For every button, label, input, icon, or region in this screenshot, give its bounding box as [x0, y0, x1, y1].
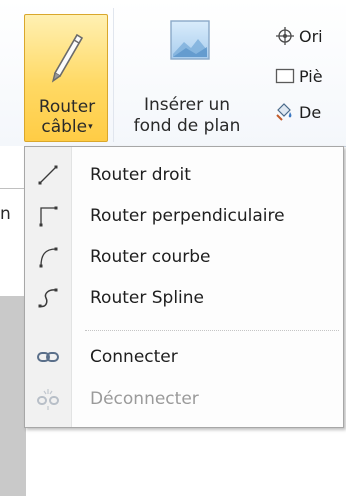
menu-item-router-curve[interactable]: Router courbe: [26, 239, 342, 275]
ribbon: Router câble▾ Insérer un fond de plan Or…: [0, 0, 346, 147]
router-cable-button[interactable]: Router câble▾: [24, 14, 108, 142]
frame-icon: [275, 66, 295, 90]
menu-item-router-straight[interactable]: Router droit: [26, 157, 342, 193]
spline-icon: [36, 286, 60, 314]
frame-command-label: Piè: [299, 67, 323, 86]
background-panel: [0, 296, 26, 496]
menu-item-label: Connecter: [90, 347, 178, 367]
menu-item-router-perpendicular[interactable]: Router perpendiculaire: [26, 198, 342, 234]
insert-background-label-line2: fond de plan: [133, 116, 241, 136]
menu-item-label: Router perpendiculaire: [90, 206, 285, 226]
background-document-area: n: [0, 146, 26, 496]
router-cable-label-line2: câble▾: [41, 117, 93, 137]
menu-item-connect[interactable]: Connecter: [26, 339, 342, 375]
link-icon: [36, 345, 60, 373]
straight-line-icon: [36, 163, 60, 191]
paint-icon: [275, 102, 295, 126]
menu-separator: [85, 330, 339, 331]
crosshair-icon: [275, 26, 295, 50]
router-dropdown-menu: Router droit Router perpendiculaire Rout…: [24, 146, 344, 428]
picture-icon: [170, 20, 210, 66]
insert-background-label-line1: Insérer un: [143, 95, 231, 115]
menu-item-disconnect[interactable]: Déconnecter: [26, 381, 342, 417]
chevron-down-icon: ▾: [88, 122, 93, 132]
menu-item-label: Déconnecter: [90, 389, 199, 409]
orthogonal-line-icon: [36, 204, 60, 232]
router-cable-label-line1: Router: [38, 97, 96, 117]
insert-background-button[interactable]: Insérer un fond de plan: [122, 14, 252, 142]
menu-item-label: Router courbe: [90, 247, 211, 267]
origin-command-label: Ori: [299, 27, 323, 46]
menu-item-label: Router Spline: [90, 288, 205, 308]
menu-item-label: Router droit: [90, 165, 191, 185]
clipped-text-fragment: n: [0, 204, 11, 224]
paint-command-label: De: [299, 103, 322, 122]
ribbon-separator: [113, 8, 114, 142]
curve-line-icon: [36, 245, 60, 273]
unlink-icon: [36, 387, 60, 415]
menu-item-router-spline[interactable]: Router Spline: [26, 280, 342, 316]
divider: [0, 188, 26, 189]
pencil-icon: [47, 25, 87, 89]
